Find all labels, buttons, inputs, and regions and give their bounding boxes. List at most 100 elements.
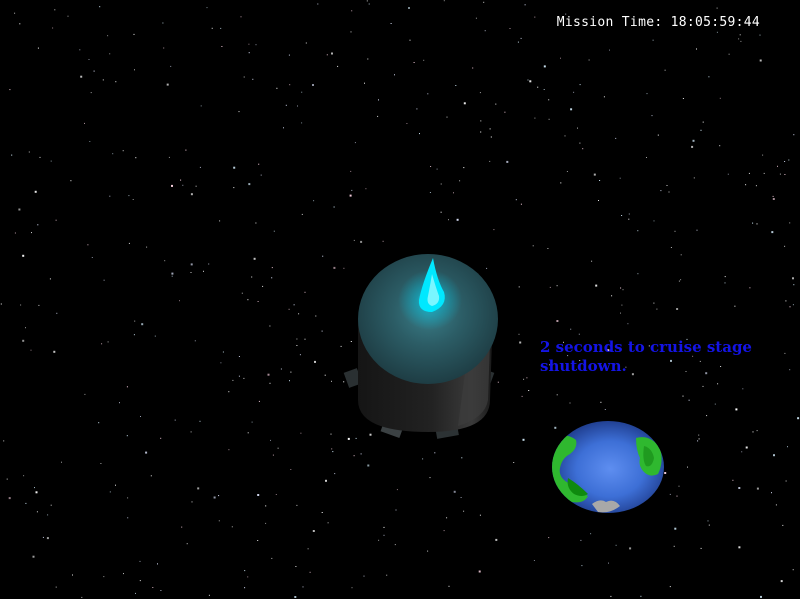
star	[738, 546, 741, 549]
star	[353, 455, 355, 457]
star	[620, 287, 622, 289]
star	[304, 291, 306, 293]
star	[724, 276, 726, 278]
star	[20, 304, 22, 306]
star	[366, 0, 368, 2]
star	[423, 59, 425, 61]
star	[171, 272, 174, 275]
star	[591, 260, 593, 262]
star	[182, 184, 184, 186]
star	[797, 417, 800, 420]
star	[133, 33, 135, 35]
star	[691, 145, 694, 148]
star	[446, 116, 448, 118]
star	[522, 438, 525, 441]
star	[315, 315, 317, 317]
star	[611, 295, 613, 297]
star	[243, 377, 245, 379]
star	[365, 188, 367, 190]
star	[350, 170, 352, 172]
star	[520, 37, 522, 39]
star	[326, 54, 328, 56]
star	[52, 27, 54, 29]
star	[789, 369, 791, 371]
star	[448, 219, 449, 221]
star	[396, 489, 398, 491]
star	[472, 67, 474, 69]
star	[301, 122, 303, 124]
star	[590, 533, 592, 535]
star	[81, 596, 83, 598]
star	[779, 173, 781, 175]
star	[79, 49, 81, 51]
star	[719, 145, 721, 147]
star	[509, 28, 511, 29]
star	[792, 569, 794, 571]
star	[6, 478, 8, 480]
star	[453, 192, 454, 194]
star	[475, 17, 477, 19]
star	[126, 435, 128, 437]
star	[174, 419, 176, 421]
star	[11, 154, 13, 156]
star	[556, 394, 558, 396]
star	[295, 566, 297, 567]
star	[334, 473, 336, 475]
star	[325, 479, 327, 482]
star	[9, 89, 11, 91]
star	[247, 432, 249, 434]
star	[93, 70, 95, 72]
star	[696, 48, 697, 50]
star	[740, 40, 742, 42]
star	[527, 79, 529, 81]
star	[771, 231, 774, 234]
star	[526, 377, 528, 379]
star	[304, 338, 306, 340]
star	[314, 360, 316, 363]
star	[107, 35, 109, 37]
star	[269, 325, 271, 327]
star	[422, 458, 424, 460]
star	[524, 4, 526, 6]
star	[738, 487, 741, 489]
star	[271, 267, 273, 269]
star	[784, 161, 786, 162]
star	[579, 142, 581, 144]
star	[213, 496, 216, 499]
star	[523, 378, 525, 380]
star	[732, 479, 734, 481]
star	[109, 491, 111, 493]
star	[429, 192, 431, 193]
star	[238, 375, 240, 377]
star	[670, 247, 672, 248]
star	[290, 371, 292, 373]
star	[548, 118, 550, 120]
star	[285, 104, 287, 106]
star	[775, 504, 777, 506]
star	[70, 180, 72, 182]
star	[38, 304, 40, 306]
star	[283, 127, 284, 129]
star	[653, 220, 655, 222]
star	[228, 391, 230, 393]
star	[126, 386, 128, 388]
star	[453, 490, 456, 493]
star	[627, 323, 629, 325]
star	[109, 53, 111, 55]
star	[90, 92, 92, 94]
star	[191, 501, 193, 503]
star	[582, 148, 584, 150]
star	[34, 190, 37, 193]
star	[773, 454, 775, 457]
star	[322, 255, 324, 257]
star	[270, 439, 271, 441]
star	[748, 172, 750, 174]
star	[680, 279, 682, 281]
star	[25, 502, 27, 504]
star	[434, 452, 436, 454]
star	[53, 350, 56, 353]
star	[146, 246, 148, 248]
star	[190, 272, 192, 273]
star	[299, 354, 301, 356]
star	[548, 537, 550, 539]
